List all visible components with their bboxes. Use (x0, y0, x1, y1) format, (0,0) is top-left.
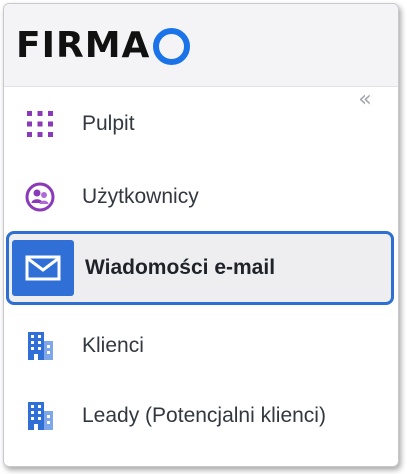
sidebar-item-leads[interactable]: Leady (Potencjalni klienci) (4, 380, 398, 452)
sidebar-item-email[interactable]: Wiadomości e-mail (6, 231, 394, 305)
sidebar-item-label: Użytkownicy (82, 185, 199, 208)
app-logo[interactable]: FIRMA (16, 25, 191, 66)
sidebar-item-label: Leady (Potencjalni klienci) (82, 404, 326, 427)
users-circle-icon (22, 179, 58, 215)
logo-text: FIRMA (16, 25, 151, 66)
sidebar-panel: FIRMA « Pulpit Użytkownicy Wiadomości e-… (3, 3, 399, 467)
sidebar-item-label: Pulpit (82, 112, 135, 135)
grid-dots-icon (22, 106, 58, 142)
sidebar-header: FIRMA (4, 4, 398, 87)
sidebar-item-clients[interactable]: Klienci (4, 310, 398, 382)
envelope-icon (12, 240, 74, 296)
sidebar-item-users[interactable]: Użytkownicy (4, 161, 398, 233)
building-icon (22, 328, 58, 364)
logo-ring-icon (153, 27, 191, 65)
sidebar-item-label: Klienci (82, 334, 144, 357)
sidebar-item-label: Wiadomości e-mail (85, 256, 276, 279)
building-icon (22, 398, 58, 434)
sidebar-item-pulpit[interactable]: Pulpit (4, 88, 398, 160)
